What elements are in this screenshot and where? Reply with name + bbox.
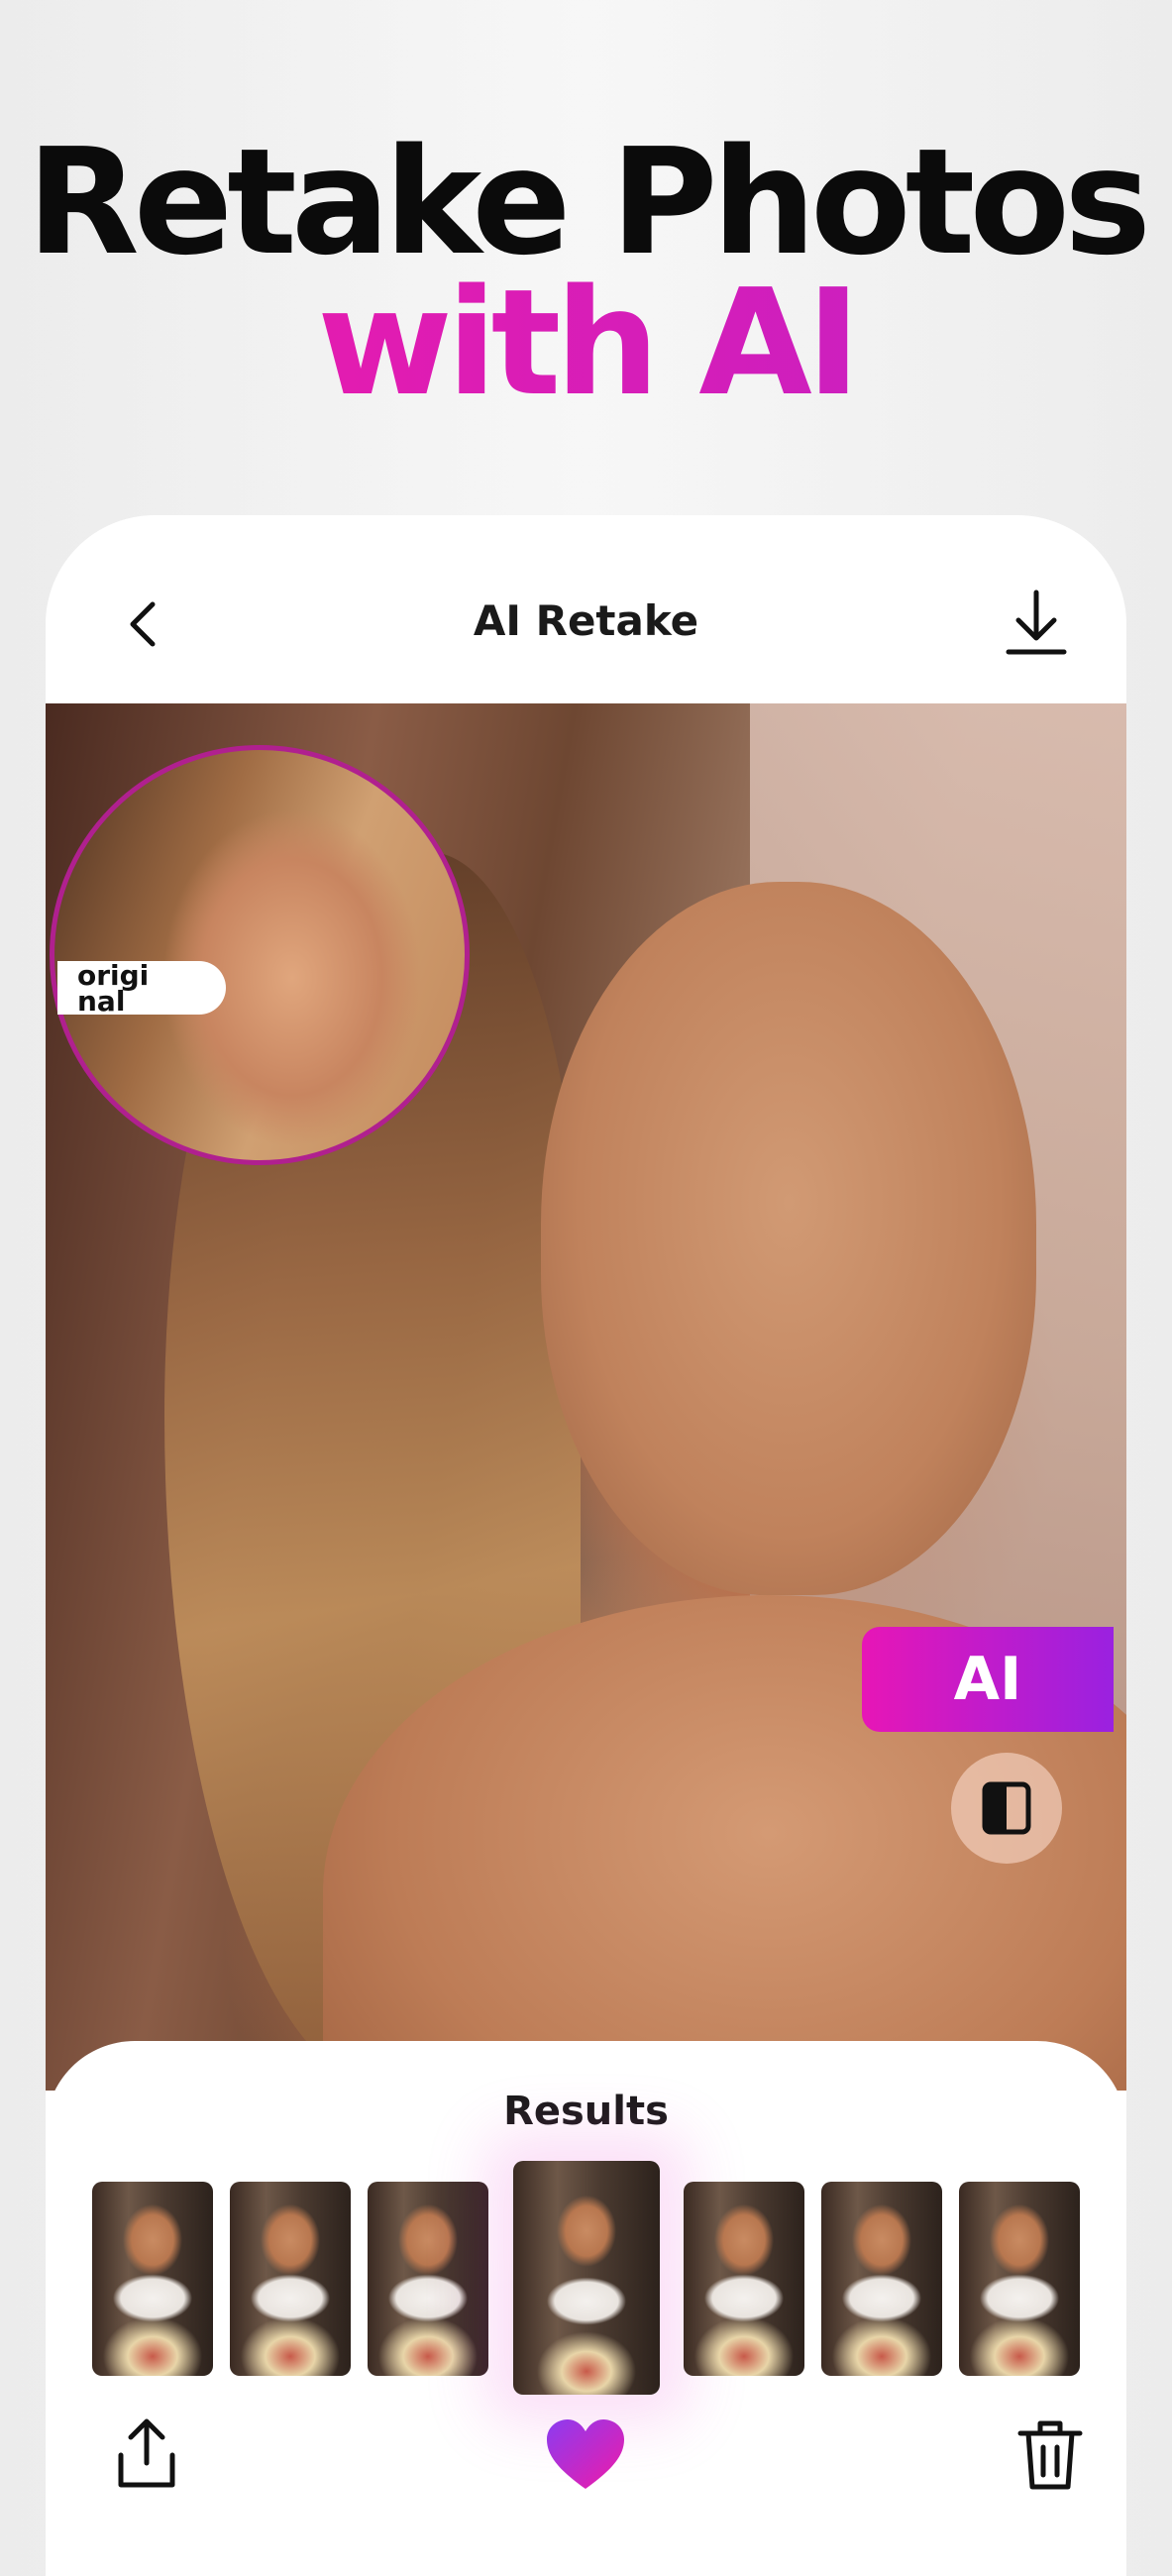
download-icon <box>1006 590 1067 655</box>
phone-screen: AI Retake original AI Results <box>46 515 1126 2576</box>
top-bar: AI Retake <box>46 515 1126 703</box>
result-thumbnail[interactable] <box>230 2182 351 2376</box>
delete-button[interactable] <box>1011 2415 1090 2495</box>
original-label: original <box>77 959 150 1018</box>
result-thumbnail-selected[interactable] <box>513 2161 660 2395</box>
share-icon <box>118 2418 175 2488</box>
favorite-button[interactable] <box>543 2415 628 2495</box>
result-thumbnail[interactable] <box>821 2182 942 2376</box>
screen-title: AI Retake <box>473 596 699 645</box>
trash-icon <box>1017 2420 1083 2490</box>
original-photo-preview[interactable] <box>50 745 470 1165</box>
heart-icon <box>547 2419 624 2489</box>
headline-line-2: with AI <box>0 269 1172 416</box>
result-thumbnail[interactable] <box>368 2182 488 2376</box>
share-button[interactable] <box>107 2415 186 2495</box>
result-thumbnail[interactable] <box>959 2182 1080 2376</box>
split-compare-icon <box>982 1781 1031 1835</box>
results-title: Results <box>503 2089 669 2134</box>
original-label-badge: original <box>57 959 226 1018</box>
result-thumbnail[interactable] <box>92 2182 213 2376</box>
headline-line-1: Retake Photos <box>26 117 1151 287</box>
retake-result-photo: original AI <box>46 703 1126 2091</box>
download-button[interactable] <box>997 585 1076 664</box>
ai-badge[interactable]: AI <box>862 1627 1114 1732</box>
compare-button[interactable] <box>951 1753 1062 1864</box>
result-thumbnail[interactable] <box>684 2182 804 2376</box>
